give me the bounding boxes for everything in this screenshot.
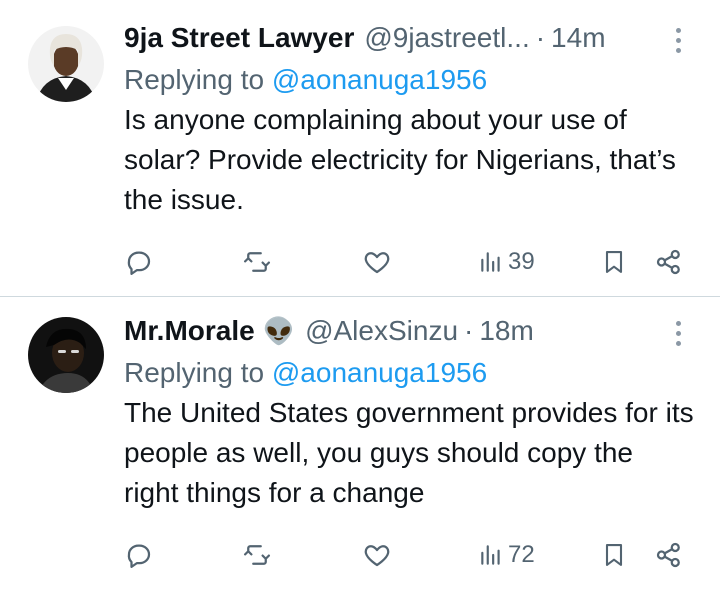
- bookmark-button[interactable]: [600, 247, 628, 277]
- retweet-icon: [244, 252, 270, 272]
- timestamp[interactable]: 18m: [479, 315, 533, 347]
- share-button[interactable]: [654, 540, 684, 570]
- reply-button[interactable]: [124, 247, 154, 277]
- avatar[interactable]: [28, 317, 104, 393]
- separator: ·: [535, 22, 546, 53]
- tweet-1[interactable]: 9ja Street Lawyer @9jastreetl... · 14m R…: [0, 0, 720, 296]
- retweet-button[interactable]: [242, 540, 272, 570]
- display-name[interactable]: Mr.Morale: [124, 315, 255, 347]
- views-count: 72: [508, 541, 535, 568]
- timestamp[interactable]: 14m: [551, 22, 605, 54]
- tweet-content: 9ja Street Lawyer @9jastreetl... · 14m R…: [124, 16, 694, 220]
- replying-prefix: Replying to: [124, 64, 265, 95]
- retweet-button[interactable]: [242, 247, 272, 277]
- mention-link[interactable]: @aonanuga1956: [272, 64, 487, 95]
- views-icon: [481, 545, 500, 565]
- bookmark-icon: [605, 544, 623, 566]
- more-vertical-icon[interactable]: [668, 28, 688, 53]
- separator: ·: [464, 315, 474, 346]
- bookmark-icon: [605, 251, 623, 273]
- share-icon: [656, 249, 680, 275]
- avatar[interactable]: [28, 26, 104, 102]
- views-icon: [481, 252, 500, 272]
- share-icon: [656, 542, 680, 568]
- replying-prefix: Replying to: [124, 357, 265, 388]
- bookmark-button[interactable]: [600, 540, 628, 570]
- user-handle[interactable]: @9jastreetl...: [364, 22, 529, 54]
- tweet-content: Mr.Morale 👽 @AlexSinzu · 18m Replying to…: [124, 309, 694, 513]
- tweet-header: Mr.Morale 👽 @AlexSinzu · 18m: [124, 309, 694, 353]
- replying-to: Replying to @aonanuga1956: [124, 60, 694, 100]
- display-name[interactable]: 9ja Street Lawyer: [124, 22, 354, 54]
- like-button[interactable]: [362, 540, 392, 570]
- retweet-icon: [244, 545, 270, 565]
- like-button[interactable]: [362, 247, 392, 277]
- share-button[interactable]: [654, 247, 684, 277]
- user-handle[interactable]: @AlexSinzu: [305, 315, 458, 347]
- reply-icon: [127, 544, 151, 568]
- tweet-text: Is anyone complaining about your use of …: [124, 104, 676, 215]
- heart-icon: [364, 545, 390, 567]
- reply-button[interactable]: [124, 540, 154, 570]
- tweet-header: 9ja Street Lawyer @9jastreetl... · 14m: [124, 16, 694, 60]
- reply-icon: [127, 251, 151, 275]
- tweet-actions: 72: [124, 535, 684, 575]
- views-button[interactable]: 39: [478, 248, 535, 276]
- views-button[interactable]: 72: [478, 541, 535, 569]
- more-vertical-icon[interactable]: [668, 321, 688, 346]
- tweet-actions: 39: [124, 242, 684, 282]
- tweet-2[interactable]: Mr.Morale 👽 @AlexSinzu · 18m Replying to…: [0, 297, 720, 589]
- alien-emoji: 👽: [262, 315, 296, 346]
- heart-icon: [364, 252, 390, 274]
- mention-link[interactable]: @aonanuga1956: [272, 357, 487, 388]
- replying-to: Replying to @aonanuga1956: [124, 353, 694, 393]
- tweet-text: The United States government provides fo…: [124, 397, 694, 508]
- views-count: 39: [508, 248, 535, 275]
